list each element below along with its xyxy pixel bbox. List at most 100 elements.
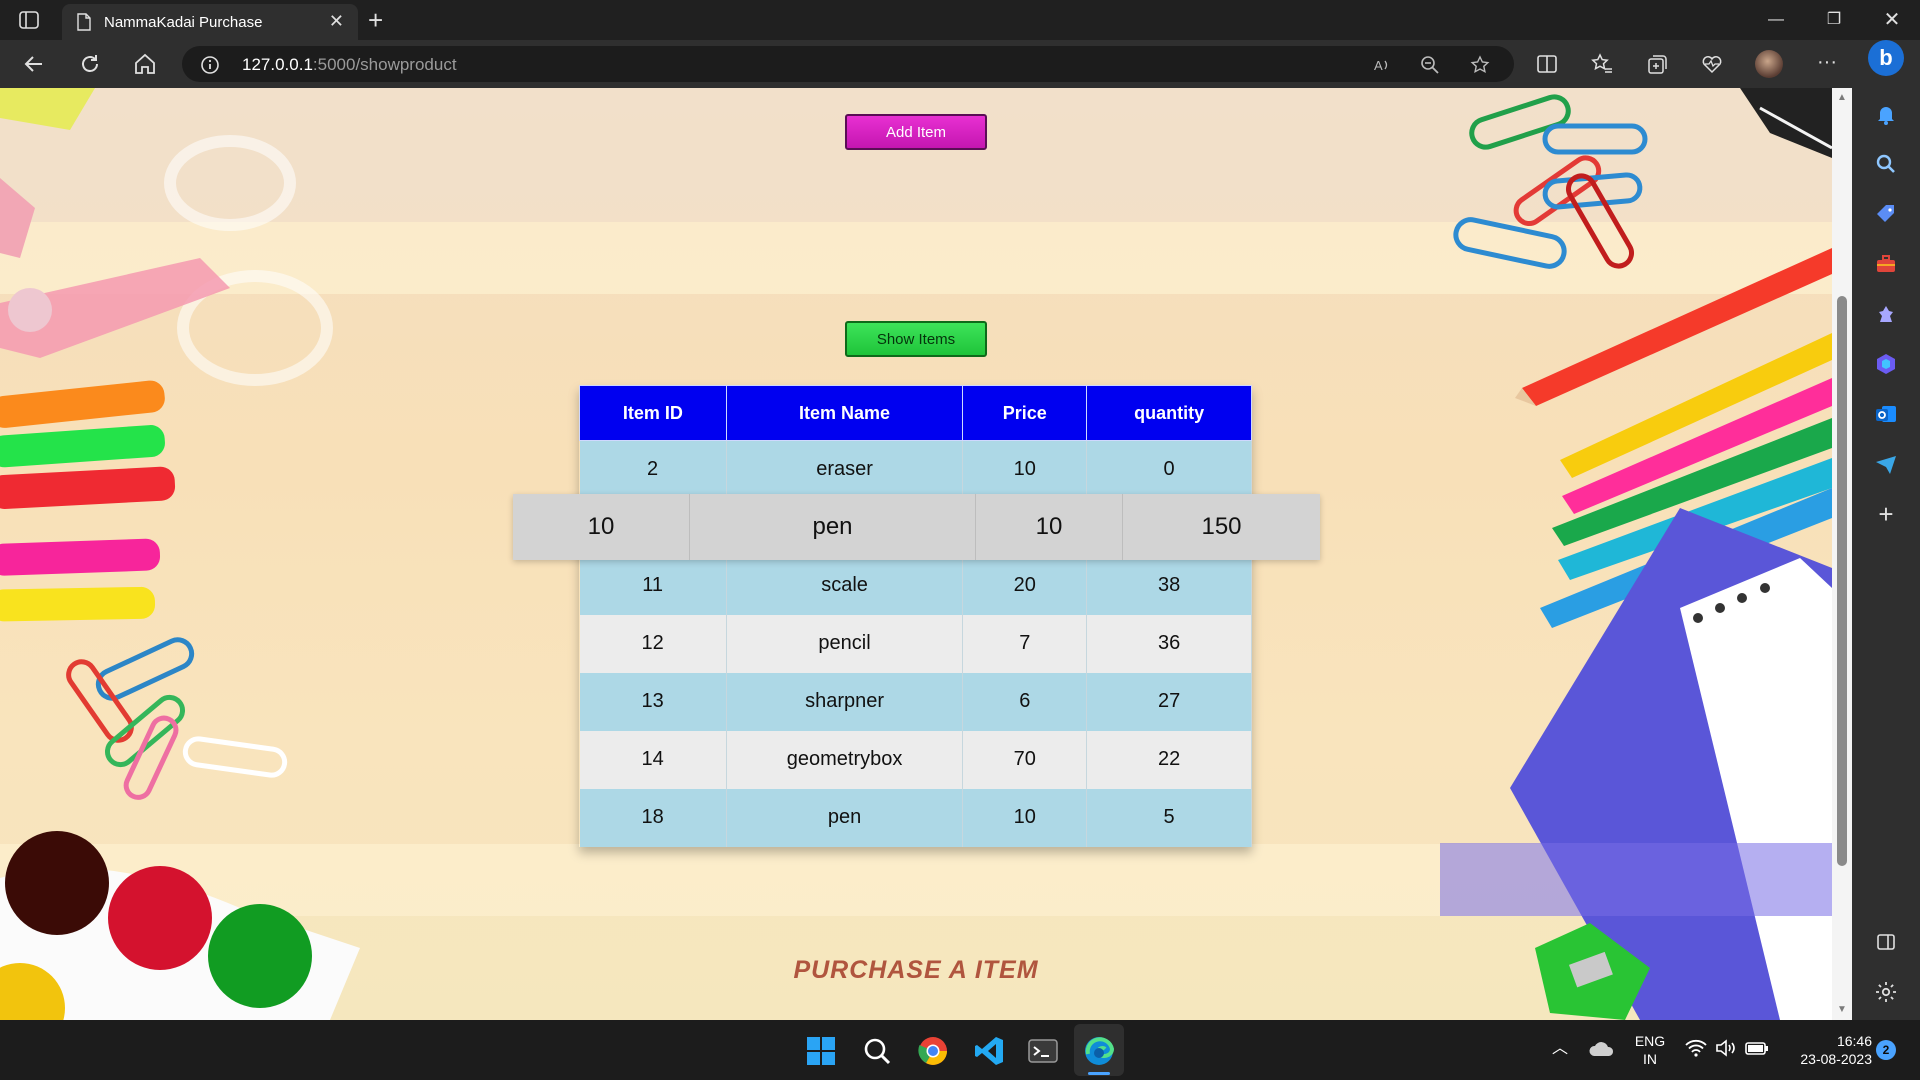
header-price: Price <box>962 385 1088 441</box>
header-quantity: quantity <box>1086 385 1252 441</box>
url-path: :5000/showproduct <box>312 55 457 74</box>
cell-quantity: 22 <box>1086 730 1252 789</box>
table-row[interactable]: 2 eraser 10 0 <box>579 440 1252 499</box>
scrollbar-thumb[interactable] <box>1837 296 1847 866</box>
header-item-name: Item Name <box>725 385 964 441</box>
favorite-star-icon[interactable] <box>1470 55 1490 75</box>
back-icon[interactable] <box>22 52 46 76</box>
more-options-icon[interactable]: ··· <box>1815 52 1839 76</box>
url-host: 127.0.0.1 <box>242 55 313 74</box>
site-info-icon[interactable] <box>200 55 220 75</box>
close-window-icon[interactable]: ✕ <box>1864 0 1920 40</box>
vscode-icon[interactable] <box>972 1034 1006 1068</box>
windows-start-icon[interactable] <box>804 1034 838 1068</box>
outlook-icon[interactable] <box>1874 402 1898 426</box>
telegram-send-icon[interactable] <box>1874 452 1898 476</box>
edge-browser-icon[interactable] <box>1082 1034 1116 1068</box>
table-row[interactable]: 14 geometrybox 70 22 <box>579 730 1252 789</box>
cell-item-name: geometrybox <box>726 730 964 789</box>
close-tab-icon[interactable]: ✕ <box>329 12 344 30</box>
notifications-bell-icon[interactable] <box>1874 102 1898 126</box>
cell-item-id: 12 <box>579 614 727 673</box>
cell-price: 6 <box>962 672 1088 731</box>
minimize-icon[interactable]: — <box>1748 0 1804 40</box>
copilot-icon[interactable]: b <box>1868 40 1904 76</box>
browser-titlebar: NammaKadai Purchase ✕ + — ❐ ✕ <box>0 0 1920 40</box>
new-tab-icon[interactable]: + <box>368 5 383 35</box>
collections-icon[interactable] <box>1645 52 1669 76</box>
cell-item-name: pen <box>726 788 964 847</box>
settings-gear-icon[interactable] <box>1874 980 1898 1004</box>
cell-item-name: scale <box>726 556 964 615</box>
language-secondary: IN <box>1643 1051 1657 1067</box>
cell-item-name: pencil <box>726 614 964 673</box>
cell-item-id: 18 <box>579 788 727 847</box>
scroll-up-icon[interactable]: ▲ <box>1836 92 1848 103</box>
scroll-down-icon[interactable]: ▼ <box>1836 1004 1848 1015</box>
wifi-icon[interactable] <box>1684 1036 1708 1060</box>
cell-price: 10 <box>962 788 1088 847</box>
chrome-icon[interactable] <box>916 1034 950 1068</box>
table-row[interactable]: 11 scale 20 38 <box>579 556 1252 615</box>
cell-item-name: pen <box>690 494 976 560</box>
address-bar[interactable]: 127.0.0.1:5000/showproduct A <box>182 46 1514 82</box>
table-row-hovered[interactable]: 10 pen 10 150 <box>513 494 1320 560</box>
browser-tab[interactable]: NammaKadai Purchase ✕ <box>62 4 358 40</box>
taskbar-search-icon[interactable] <box>860 1034 894 1068</box>
tools-briefcase-icon[interactable] <box>1874 252 1898 276</box>
battery-icon[interactable] <box>1744 1036 1770 1060</box>
add-sidebar-app-icon[interactable]: + <box>1874 501 1898 527</box>
clock-date: 23-08-2023 <box>1800 1051 1872 1067</box>
cell-quantity: 36 <box>1086 614 1252 673</box>
clock[interactable]: 16:46 23-08-2023 <box>1782 1032 1872 1068</box>
hide-sidebar-icon[interactable] <box>1874 930 1898 954</box>
tab-actions-icon[interactable] <box>18 9 40 31</box>
search-icon[interactable] <box>1874 152 1898 176</box>
cell-item-id: 11 <box>579 556 727 615</box>
read-aloud-icon[interactable]: A <box>1372 55 1392 75</box>
items-table: Item ID Item Name Price quantity 2 erase… <box>579 385 1252 847</box>
cell-quantity: 0 <box>1086 440 1252 499</box>
table-row[interactable]: 18 pen 10 5 <box>579 788 1252 847</box>
shopping-tag-icon[interactable] <box>1874 202 1898 226</box>
page-viewport: Add Item Show Items Item ID Item Name Pr… <box>0 88 1832 1020</box>
cell-price: 70 <box>962 730 1088 789</box>
browser-essentials-icon[interactable] <box>1700 52 1724 76</box>
tab-title: NammaKadai Purchase <box>104 14 263 31</box>
games-icon[interactable] <box>1874 302 1898 326</box>
language-primary: ENG <box>1634 1033 1666 1049</box>
add-item-button[interactable]: Add Item <box>845 114 987 150</box>
microsoft-365-icon[interactable] <box>1874 352 1898 376</box>
show-items-button[interactable]: Show Items <box>845 321 987 357</box>
home-icon[interactable] <box>133 52 157 76</box>
clock-time: 16:46 <box>1836 1033 1872 1049</box>
language-indicator[interactable]: ENG IN <box>1630 1032 1670 1068</box>
url-text: 127.0.0.1:5000/showproduct <box>242 55 457 75</box>
favorites-icon[interactable] <box>1590 52 1614 76</box>
cell-price: 7 <box>962 614 1088 673</box>
stationery-left-decoration <box>0 88 360 1020</box>
profile-avatar[interactable] <box>1755 50 1783 78</box>
table-header-row: Item ID Item Name Price quantity <box>579 385 1252 441</box>
refresh-icon[interactable] <box>78 52 102 76</box>
table-row[interactable]: 13 sharpner 6 27 <box>579 672 1252 731</box>
cell-price: 10 <box>976 494 1123 560</box>
cell-price: 20 <box>962 556 1088 615</box>
onedrive-icon[interactable] <box>1588 1036 1616 1064</box>
windows-taskbar: ︿ ENG IN 16:46 23-08-2023 2 <box>0 1020 1920 1080</box>
split-screen-icon[interactable] <box>1535 52 1559 76</box>
notification-badge[interactable]: 2 <box>1876 1040 1896 1060</box>
page-scrollbar[interactable]: ▲ ▼ <box>1832 88 1852 1020</box>
purchase-heading: PURCHASE A ITEM <box>793 956 1039 984</box>
volume-icon[interactable] <box>1714 1036 1738 1060</box>
cell-quantity: 38 <box>1086 556 1252 615</box>
zoom-out-icon[interactable] <box>1420 55 1440 75</box>
restore-icon[interactable]: ❐ <box>1806 0 1862 40</box>
tray-overflow-icon[interactable]: ︿ <box>1552 1040 1568 1058</box>
stationery-right-decoration <box>1440 88 1832 1020</box>
table-row[interactable]: 12 pencil 7 36 <box>579 614 1252 673</box>
cell-quantity: 150 <box>1201 513 1242 540</box>
cell-price: 10 <box>962 440 1088 499</box>
cell-item-name: eraser <box>726 440 964 499</box>
terminal-icon[interactable] <box>1026 1034 1060 1068</box>
